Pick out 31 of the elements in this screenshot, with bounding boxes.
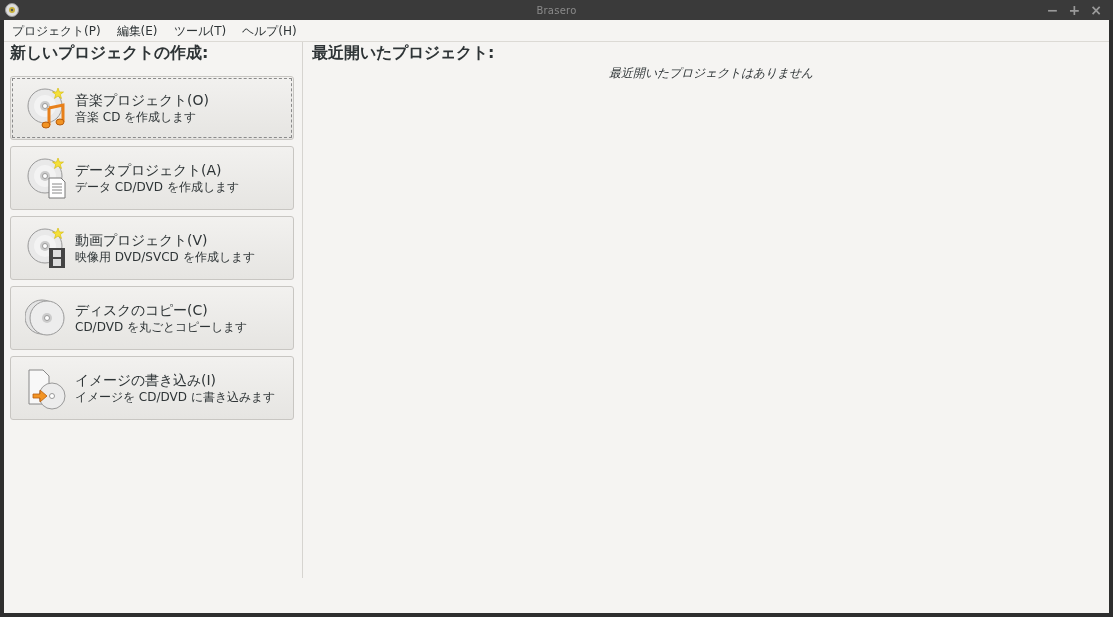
project-description: 音楽 CD を作成します [75,109,198,125]
section-heading: 最近開いたプロジェクト: [312,42,496,64]
close-button[interactable]: × [1090,3,1102,17]
project-description: データ CD/DVD を作成します [75,179,239,195]
minimize-button[interactable]: − [1046,3,1059,17]
disc-app-icon [5,3,19,17]
project-button[interactable]: イメージの書き込み(I) イメージを CD/DVD に書き込みます [10,356,294,420]
project-button[interactable]: 動画プロジェクト(V) 映像用 DVD/SVCD を作成します [10,216,294,280]
project-title: イメージの書き込み(I) [75,371,218,389]
empty-message: 最近開いたプロジェクトはありません [608,65,813,82]
maximize-button[interactable]: + [1068,3,1081,17]
section-heading: 新しいプロジェクトの作成: [10,42,210,64]
project-button[interactable]: データプロジェクト(A) データ CD/DVD を作成します [10,146,294,210]
menu-item[interactable]: 編集(E) [116,21,158,40]
project-button[interactable]: ディスクのコピー(C) CD/DVD を丸ごとコピーします [10,286,294,350]
project-description: 映像用 DVD/SVCD を作成します [75,249,255,265]
project-description: CD/DVD を丸ごとコピーします [75,319,247,335]
project-title: 動画プロジェクト(V) [75,231,209,249]
project-description: イメージを CD/DVD に書き込みます [75,389,275,405]
image-to-disc-icon [25,366,67,410]
document-disc-icon [25,156,67,200]
menu-item[interactable]: プロジェクト(P) [12,21,101,40]
menu-item[interactable]: ヘルプ(H) [242,21,297,40]
window-title: Brasero [536,3,577,18]
project-title: データプロジェクト(A) [75,161,223,179]
menu-item[interactable]: ツール(T) [173,21,227,40]
project-title: ディスクのコピー(C) [75,301,209,319]
project-title: 音楽プロジェクト(O) [75,91,209,109]
film-disc-icon [25,226,67,270]
project-button[interactable]: 音楽プロジェクト(O) 音楽 CD を作成します [10,76,294,140]
music-disc-icon [25,86,67,130]
